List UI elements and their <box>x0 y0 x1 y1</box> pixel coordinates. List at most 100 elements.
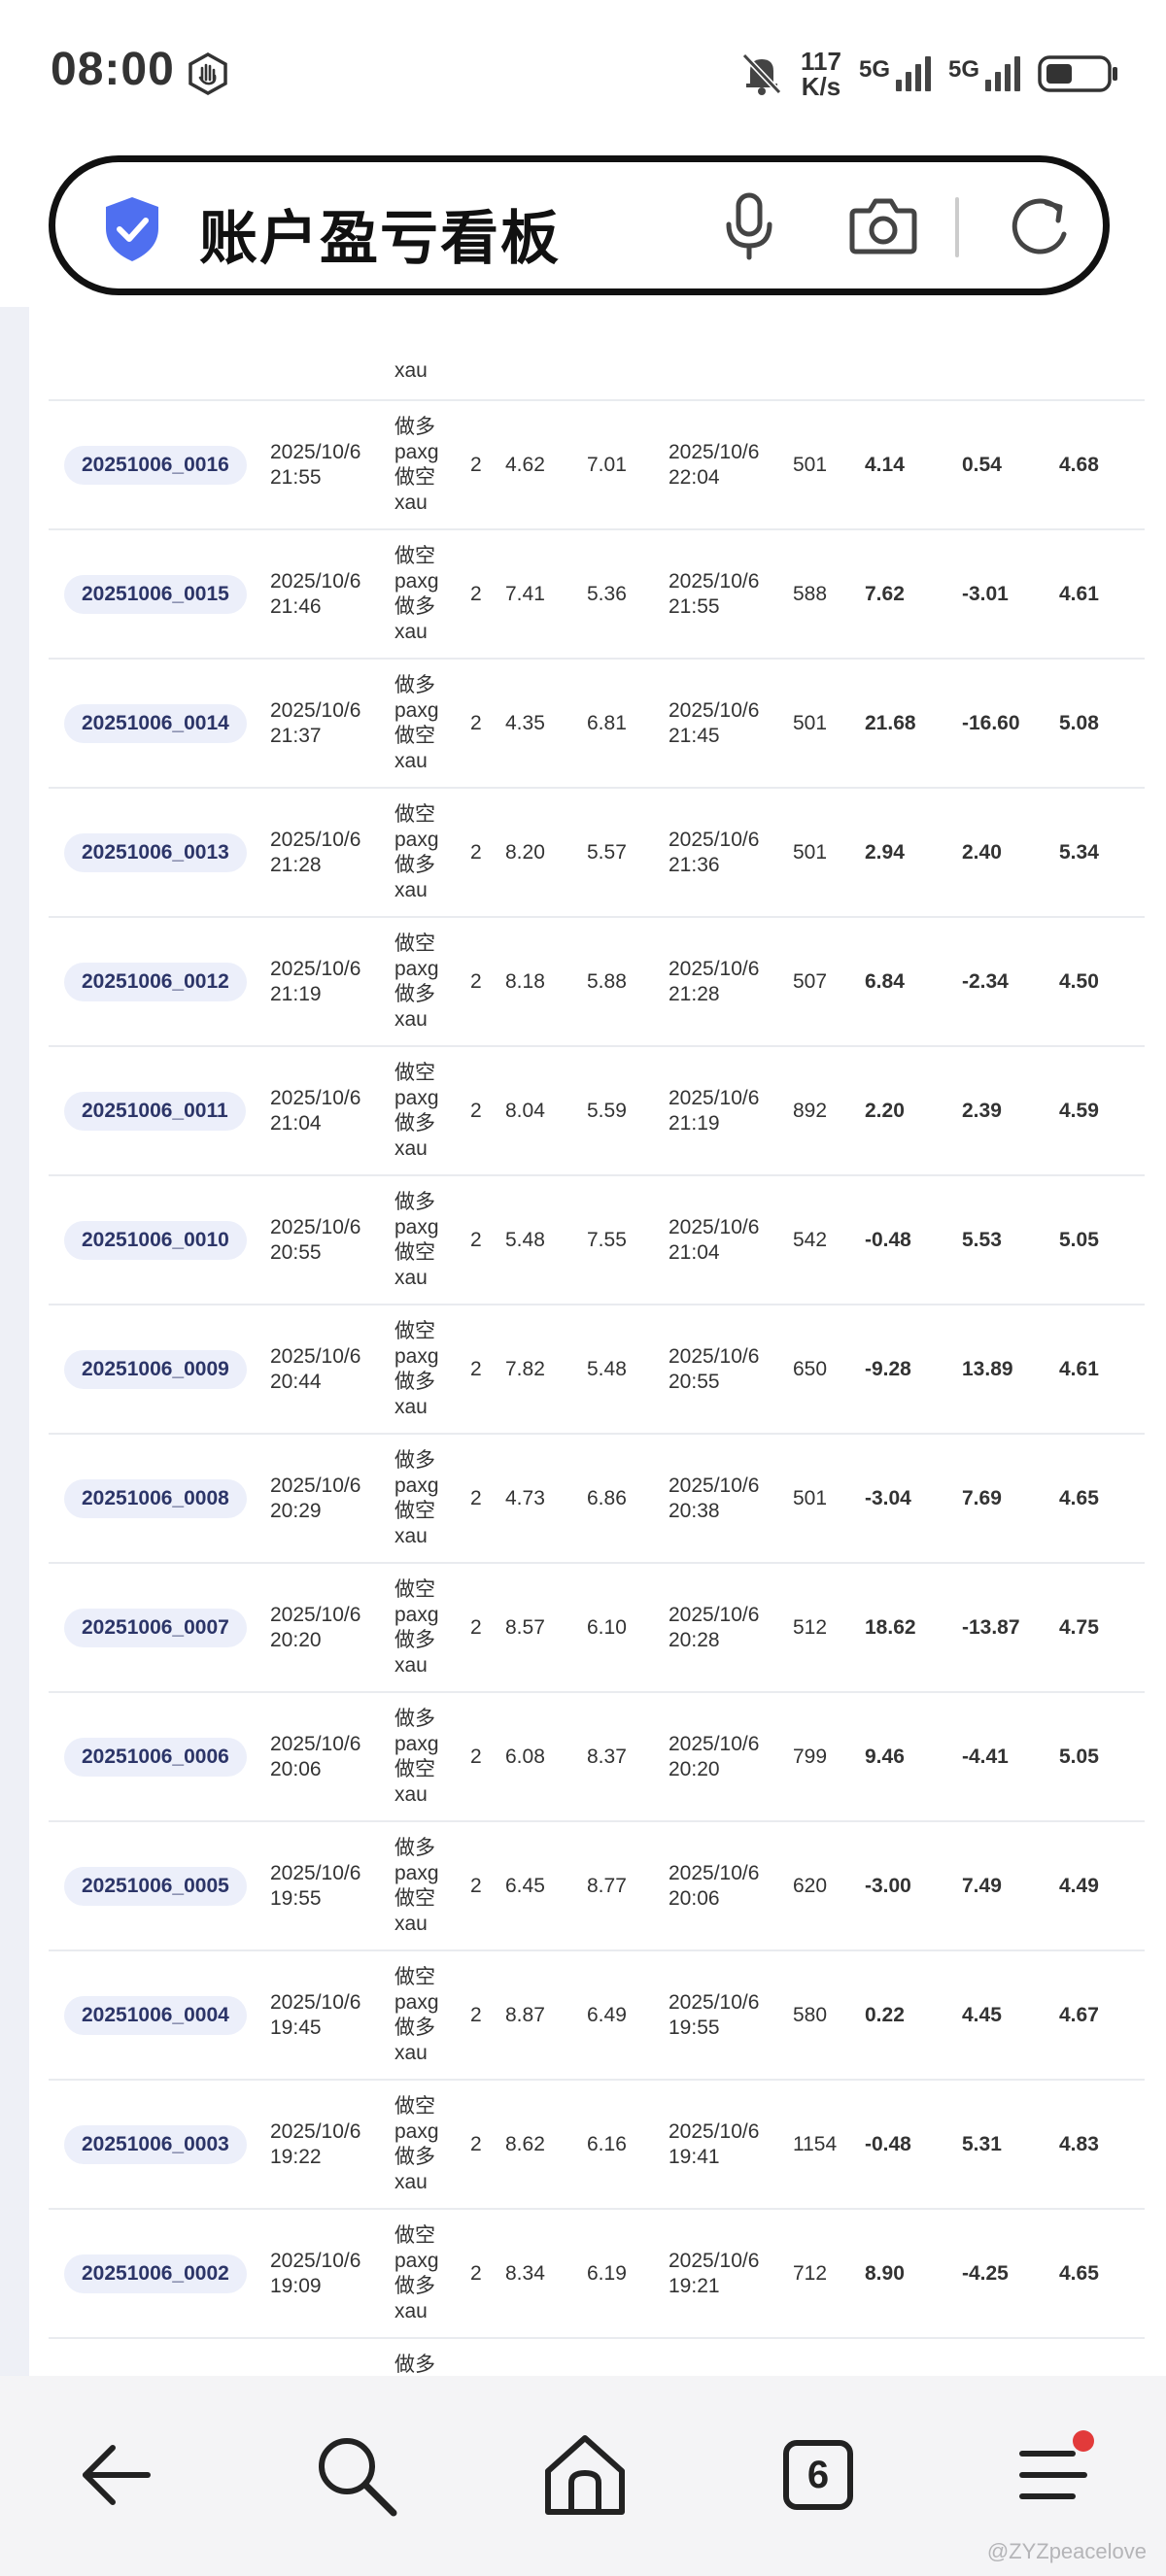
direction-2: 做多 <box>394 2145 435 2168</box>
direction-2: 做多 <box>394 1628 435 1651</box>
quantity: 2 <box>470 2338 505 2376</box>
close-time: 22:04 <box>669 465 720 489</box>
trade-id-badge[interactable]: 20251006_0007 <box>64 1608 247 1647</box>
mute-bell-icon <box>741 52 782 95</box>
net-speed: 117 K/s <box>801 49 841 99</box>
price-1: 4.73 <box>505 1434 587 1564</box>
hand-icon <box>189 52 227 95</box>
trade-id-badge[interactable]: 20251006_0003 <box>64 2124 247 2164</box>
direction-1: 做多 <box>394 1836 435 1859</box>
quantity: 2 <box>470 1563 505 1693</box>
symbol-1: paxg <box>394 440 439 463</box>
symbol-2: xau <box>394 1007 428 1031</box>
direction-1: 做多 <box>394 1448 435 1472</box>
direction-1: 做空 <box>394 932 435 955</box>
status-bar: 08:00 117 K/s 5G 5G <box>0 0 1166 146</box>
trade-id-badge[interactable]: 20251006_0008 <box>64 1478 247 1518</box>
trade-id-badge[interactable]: 20251006_0015 <box>64 574 247 614</box>
price-1: 6.45 <box>505 1821 587 1951</box>
trade-id-badge[interactable]: 20251006_0002 <box>64 2254 247 2293</box>
table-row: 20251006_0013 2025/10/6 21:28 做空 paxg 做多 xau 2 8… <box>49 788 1145 918</box>
search-button[interactable] <box>307 2426 404 2524</box>
price-2: 6.81 <box>587 659 669 789</box>
price-1: 6.08 <box>505 1692 587 1822</box>
open-time: 19:55 <box>270 1886 322 1910</box>
table-row: 20251006_0011 2025/10/6 21:04 做空 paxg 做多 xau 2 8… <box>49 1046 1145 1176</box>
close-time: 21:04 <box>669 1240 720 1264</box>
pnl-leg-2: 2.39 <box>962 1046 1059 1176</box>
quantity: 2 <box>470 400 505 530</box>
tabs-button[interactable]: 6 <box>770 2426 867 2524</box>
price-1: 4.35 <box>505 659 587 789</box>
pnl-leg-1: 2.94 <box>865 788 962 918</box>
address-bar[interactable]: 账户盈亏看板 <box>49 155 1110 295</box>
trade-id-badge[interactable]: 20251006_0012 <box>64 962 247 1001</box>
open-time: 21:28 <box>270 853 322 876</box>
trade-id-badge[interactable]: 20251006_0013 <box>64 832 247 872</box>
direction-2: 做多 <box>394 2016 435 2039</box>
close-time: 21:19 <box>669 1111 720 1135</box>
table-row: 20251006_0006 2025/10/6 20:06 做多 paxg 做空 xau 2 6… <box>49 1692 1145 1822</box>
table-row: 20251006_0015 2025/10/6 21:46 做空 paxg 做多 xau 2 7… <box>49 529 1145 660</box>
pnl-total: 4.67 <box>1059 1950 1145 2081</box>
price-1: 8.20 <box>505 788 587 918</box>
price-1: 5.92 <box>505 2338 587 2376</box>
open-date: 2025/10/6 <box>270 1603 361 1626</box>
pnl-total: 4.65 <box>1059 1434 1145 1564</box>
open-date: 2025/10/6 <box>270 1215 361 1238</box>
trade-id-badge[interactable]: 20251006_0009 <box>64 1349 247 1389</box>
trade-id-badge[interactable]: 20251006_0005 <box>64 1866 247 1906</box>
symbol-2: xau <box>394 1136 428 1160</box>
symbol-1: paxg <box>394 2249 439 2272</box>
battery-icon <box>1038 55 1117 92</box>
table-row: 20251006_0009 2025/10/6 20:44 做空 paxg 做多 xau 2 7… <box>49 1305 1145 1435</box>
camera-icon[interactable] <box>848 195 918 255</box>
back-button[interactable] <box>68 2426 165 2524</box>
pnl-leg-2: 5.31 <box>962 2080 1059 2210</box>
home-button[interactable] <box>536 2426 634 2524</box>
quantity: 2 <box>470 1175 505 1305</box>
direction-2: 做多 <box>394 1111 435 1135</box>
direction-1: 做多 <box>394 2353 435 2376</box>
open-time: 21:55 <box>270 465 322 489</box>
duration-seconds: 542 <box>793 1175 865 1305</box>
status-time: 08:00 <box>51 44 175 95</box>
menu-button[interactable] <box>1005 2426 1102 2524</box>
trade-id-badge[interactable]: 20251006_0004 <box>64 1995 247 2035</box>
duration-seconds: 620 <box>793 1821 865 1951</box>
page-content[interactable]: xau 20251006_0016 2025/10/6 21:55 做多 paxg 做空 x… <box>0 307 1166 2376</box>
trade-id-badge[interactable]: 20251006_0010 <box>64 1220 247 1260</box>
price-1: 7.82 <box>505 1305 587 1435</box>
symbol-1: paxg <box>394 698 439 722</box>
direction-2: 做空 <box>394 1757 435 1780</box>
open-date: 2025/10/6 <box>270 828 361 851</box>
duration-seconds: 2041 <box>793 2338 865 2376</box>
open-time: 20:44 <box>270 1370 322 1393</box>
close-time: 20:38 <box>669 1499 720 1522</box>
close-date: 2025/10/6 <box>669 1215 760 1238</box>
mic-icon[interactable] <box>722 191 776 261</box>
trade-id-badge[interactable]: 20251006_0016 <box>64 445 247 485</box>
duration-seconds: 650 <box>793 1305 865 1435</box>
close-time: 21:36 <box>669 853 720 876</box>
direction-2: 做多 <box>394 853 435 876</box>
trade-id-badge[interactable]: 20251006_0006 <box>64 1737 247 1777</box>
quantity: 2 <box>470 2209 505 2339</box>
sim1-label: 5G <box>858 56 890 83</box>
trade-id-badge[interactable]: 20251006_0014 <box>64 703 247 743</box>
price-1: 8.57 <box>505 1563 587 1693</box>
quantity: 2 <box>470 1305 505 1435</box>
refresh-icon[interactable] <box>1004 189 1078 263</box>
direction-1: 做多 <box>394 673 435 696</box>
table-row: 20251006_0016 2025/10/6 21:55 做多 paxg 做空 xau 2 4… <box>49 400 1145 530</box>
price-2: 6.16 <box>587 2080 669 2210</box>
close-date: 2025/10/6 <box>669 1732 760 1755</box>
pnl-leg-2: -13.87 <box>962 1563 1059 1693</box>
direction-1: 做多 <box>394 1707 435 1730</box>
symbol-2: xau <box>394 749 428 772</box>
close-date: 2025/10/6 <box>669 1086 760 1109</box>
pnl-leg-1: 9.46 <box>865 1692 962 1822</box>
open-date: 2025/10/6 <box>270 2249 361 2272</box>
trade-id-badge[interactable]: 20251006_0011 <box>64 1091 246 1131</box>
quantity: 2 <box>470 1950 505 2081</box>
